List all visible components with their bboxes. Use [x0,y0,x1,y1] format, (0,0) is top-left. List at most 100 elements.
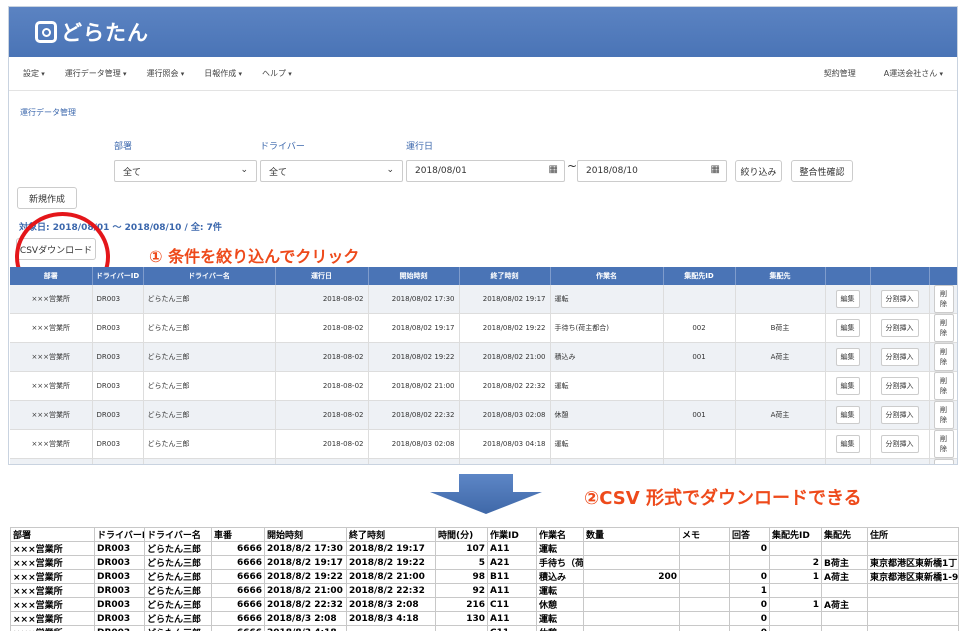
split-insert-button[interactable]: 分割挿入 [880,290,919,308]
header-dest-id[interactable]: 集配先ID [663,267,736,285]
dept-select[interactable]: 全て ⌄ [114,160,257,182]
table-row: ×××営業所 DR003 どらたん三郎 2018-08-02 2018/08/02 17… [10,285,957,314]
calendar-icon[interactable]: ▦ [549,164,558,175]
csv-header-cell: 車番 [211,527,265,542]
table-cell: 2018/08/02 19:17 [368,313,460,343]
brand-name[interactable]: どらたん [61,17,149,47]
header-actions-3 [929,267,957,285]
delete-button[interactable]: 削除 [933,401,954,429]
date-from-input[interactable]: 2018/08/01 ▦ [406,160,565,182]
action-cell: 編集 [825,342,871,372]
delete-button[interactable]: 削除 [933,372,954,400]
split-insert-button[interactable]: 分割挿入 [880,319,919,337]
csv-header-cell: 終了時刻 [346,527,436,542]
table-cell: 2018/08/02 19:17 [459,285,551,314]
csv-header-cell: 時間(分) [435,527,488,542]
table-row: ×××営業所DR003どらたん三郎2018-08-022018/08/03 04… [10,458,957,465]
logo-icon [35,21,57,43]
delete-button[interactable]: 削除 [933,459,954,464]
chevron-down-icon: ⌄ [240,165,248,175]
action-cell: 削除 [929,285,957,314]
down-arrow-icon [430,474,542,514]
table-cell: どらたん三郎 [143,458,276,464]
edit-button[interactable]: 編集 [835,290,860,308]
calendar-icon[interactable]: ▦ [711,164,720,175]
csv-cell [769,625,822,631]
menu-daily-report[interactable]: 日報作成 [204,68,242,79]
table-cell: どらたん三郎 [143,371,276,401]
menu-operation-inquiry[interactable]: 運行照会 [147,68,185,79]
table-cell: 手待ち(荷主都合) [550,313,664,343]
menu-contract[interactable]: 契約管理 [824,68,856,79]
csv-cell: 東京都港区東新橋1-9-3 [867,569,959,584]
csv-cell [867,625,959,631]
csv-cell: 6666 [211,541,265,556]
edit-button[interactable]: 編集 [835,319,860,337]
table-cell: 2018-08-02 [275,342,369,372]
csv-cell: 休憩 [536,597,584,612]
csv-cell: 2018/8/3 4:18 [264,625,347,631]
csv-cell: DR003 [94,611,145,626]
csv-cell: 運転 [536,611,584,626]
csv-cell: 0 [729,569,770,584]
action-cell: 分割挿入 [870,342,930,372]
header-driver-id[interactable]: ドライバーID [92,267,144,285]
header-task[interactable]: 作業名 [550,267,664,285]
menu-operation-data[interactable]: 運行データ管理 [65,68,127,79]
delete-button[interactable]: 削除 [933,343,954,371]
edit-button[interactable]: 編集 [835,348,860,366]
csv-cell: DR003 [94,569,145,584]
csv-cell: 1 [769,569,822,584]
menu-settings[interactable]: 設定 [23,68,45,79]
filter-button[interactable]: 絞り込み [735,160,782,182]
csv-cell: 107 [435,541,488,556]
header-date[interactable]: 運行日 [275,267,369,285]
csv-cell [821,583,868,598]
header-dept[interactable]: 部署 [10,267,93,285]
header-dest[interactable]: 集配先 [735,267,826,285]
table-cell: DR003 [92,400,144,430]
table-cell: 休憩 [550,458,664,464]
split-insert-button[interactable]: 分割挿入 [880,348,919,366]
delete-button[interactable]: 削除 [933,285,954,313]
driver-select[interactable]: 全て ⌄ [260,160,403,182]
table-cell: 002 [663,313,736,343]
split-insert-button[interactable]: 分割挿入 [880,435,919,453]
date-from-value: 2018/08/01 [415,166,467,176]
csv-cell: 東京都港区東新橋1丁目9-1 [867,555,959,570]
action-cell: 削除 [929,458,957,464]
csv-cell [679,611,730,626]
header-driver-name[interactable]: ドライバー名 [143,267,276,285]
table-cell: 運転 [550,285,664,314]
csv-cell: 2018/8/2 21:00 [346,569,436,584]
dept-select-value: 全て [123,168,142,178]
csv-cell [583,611,680,626]
new-button[interactable]: 新規作成 [17,187,77,209]
csv-cell [583,555,680,570]
menu-help[interactable]: ヘルプ [262,68,292,79]
split-insert-button[interactable]: 分割挿入 [881,464,919,465]
app-window: どらたん 設定 運行データ管理 運行照会 日報作成 ヘルプ 契約管理 A運送会社… [8,6,958,465]
header-end[interactable]: 終了時刻 [459,267,551,285]
action-cell: 削除 [929,371,957,401]
edit-button[interactable]: 編集 [835,435,860,453]
csv-header-cell: 数量 [583,527,680,542]
table-cell: ×××営業所 [10,285,93,314]
menu-account[interactable]: A運送会社さん [884,68,943,79]
edit-button[interactable]: 編集 [835,377,860,395]
split-insert-button[interactable]: 分割挿入 [880,377,919,395]
delete-button[interactable]: 削除 [933,314,954,342]
consistency-check-button[interactable]: 整合性確認 [791,160,853,182]
csv-cell [867,611,959,626]
csv-cell [769,611,822,626]
csv-cell: 6666 [211,597,265,612]
edit-button[interactable]: 編集 [835,406,860,424]
csv-cell: ×××営業所 [10,625,95,631]
edit-button[interactable]: 編集 [836,464,860,465]
csv-cell [679,583,730,598]
csv-row: ×××営業所 DR003 どらたん三郎 6666 2018/8/2 17:30 2018/… [10,541,959,556]
header-start[interactable]: 開始時刻 [368,267,460,285]
delete-button[interactable]: 削除 [933,430,954,458]
date-to-input[interactable]: 2018/08/10 ▦ [577,160,727,182]
split-insert-button[interactable]: 分割挿入 [880,406,919,424]
